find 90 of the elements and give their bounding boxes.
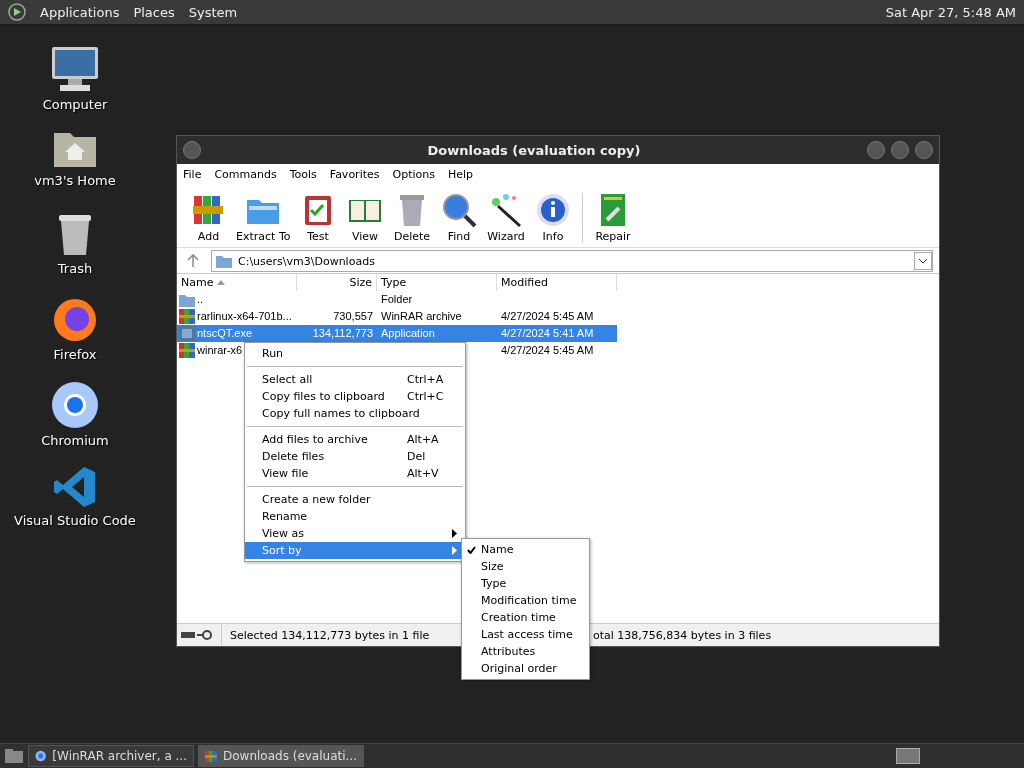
menu-item[interactable]: File (183, 168, 202, 181)
context-menu-item[interactable]: Create a new folder (245, 491, 465, 508)
menu-item[interactable]: Favorites (329, 168, 380, 181)
toolbar-button[interactable]: Test (294, 192, 342, 243)
panel-menu[interactable]: Applications (40, 4, 120, 20)
folder-icon (179, 292, 195, 307)
archive-icon (205, 748, 217, 764)
code-editor-icon (53, 465, 97, 509)
file-name: rarlinux-x64-701b... (197, 310, 292, 323)
drive-key-icon (181, 630, 215, 640)
context-menu-item[interactable]: Run (245, 345, 465, 362)
file-modified: 4/27/2024 5:45 AM (500, 310, 595, 323)
panel-menu[interactable]: Places (133, 4, 175, 20)
close-button[interactable] (915, 141, 933, 159)
file-name: .. (197, 293, 204, 306)
submenu-item[interactable]: Original order (462, 660, 589, 677)
column-header[interactable]: Modified (497, 274, 617, 291)
chevron-down-icon (918, 258, 928, 264)
archive-icon (179, 343, 195, 358)
magnifier-icon (441, 192, 477, 228)
taskbar-button[interactable]: Downloads (evaluati... (198, 745, 364, 767)
fox-globe-icon (52, 297, 98, 343)
toolbar-button[interactable]: Find (435, 192, 483, 243)
minimize-button[interactable] (867, 141, 885, 159)
column-header[interactable]: Name (177, 274, 297, 291)
submenu-item[interactable]: Size (462, 558, 589, 575)
window-title: Downloads (evaluation copy) (426, 142, 642, 158)
clock: Sat Apr 27, 5:48 AM (885, 4, 1016, 20)
file-size: 730,557 (332, 310, 374, 323)
context-menu-item[interactable]: Add files to archive Alt+A (245, 431, 465, 448)
submenu-item[interactable]: Attributes (462, 643, 589, 660)
address-field[interactable]: C:\users\vm3\Downloads (211, 250, 933, 272)
toolbar-button[interactable]: Wizard (482, 192, 530, 243)
menu-item[interactable]: Options (392, 168, 435, 181)
desktop-icon-label[interactable]: Firefox (53, 347, 97, 362)
submenu-item[interactable]: Modification time (462, 592, 589, 609)
desktop-icon-label[interactable]: Trash (57, 261, 93, 276)
file-name: winrar-x6 (197, 344, 243, 357)
sort-arrow-icon (217, 280, 226, 285)
context-menu-item[interactable]: View file Alt+V (245, 465, 465, 482)
maximize-button[interactable] (891, 141, 909, 159)
submenu-item[interactable]: Name (462, 541, 589, 558)
status-text: Selected 134,112,773 bytes in 1 file (229, 628, 430, 642)
context-menu-item[interactable]: View as (245, 525, 465, 542)
context-menu-item[interactable]: Select all Ctrl+A (245, 371, 465, 388)
submenu-item[interactable]: Type (462, 575, 589, 592)
archive-icon (179, 309, 195, 324)
desktop-icon-label[interactable]: vm3's Home (34, 173, 116, 188)
dropdown-button[interactable] (914, 252, 932, 270)
show-desktop-icon[interactable] (4, 748, 24, 764)
panel-menu[interactable]: System (188, 4, 238, 20)
taskbar-button[interactable]: [WinRAR archiver, a ... (28, 745, 194, 767)
context-menu-item[interactable]: Copy files to clipboard Ctrl+C (245, 388, 465, 405)
toolbar-button[interactable]: Repair (589, 192, 637, 243)
toolbar-button[interactable]: Add (185, 192, 232, 243)
folder-icon (216, 254, 232, 268)
file-name: ntscQT.exe (197, 327, 253, 340)
context-menu-item[interactable]: Rename (245, 508, 465, 525)
column-header[interactable]: Type (377, 274, 497, 291)
info-icon (535, 192, 571, 228)
toolbar-button[interactable]: Extract To (232, 192, 295, 243)
toolbar-button[interactable]: Info (529, 192, 577, 243)
play-logo-icon[interactable] (8, 3, 26, 21)
menu-item[interactable]: Tools (289, 168, 317, 181)
desktop-icon-label[interactable]: Visual Studio Code (14, 513, 136, 528)
file-modified: 4/27/2024 5:45 AM (500, 344, 595, 357)
file-type: Application (380, 327, 436, 340)
workspace-switcher[interactable] (896, 748, 920, 764)
context-menu-item[interactable]: Delete files Del (245, 448, 465, 465)
selected-file-row[interactable]: ntscQT.exe 134,112,773 Application 4/27/2024 5:41 AM (177, 325, 617, 342)
submenu-item[interactable]: Creation time (462, 609, 589, 626)
file-type: WinRAR archive (380, 310, 463, 323)
submenu-item[interactable]: Last access time (462, 626, 589, 643)
application-icon (179, 326, 195, 341)
window-menu-button[interactable] (183, 141, 201, 159)
status-text: otal 138,756,834 bytes in 3 files (593, 628, 773, 642)
round-browser-icon (35, 749, 47, 763)
toolbar-button[interactable]: Delete (388, 192, 436, 243)
file-type: Folder (380, 293, 414, 306)
desktop-icon-label[interactable]: Computer (42, 97, 108, 112)
menu-item[interactable]: Commands (214, 168, 277, 181)
desktop-icon-label[interactable]: Chromium (41, 433, 109, 448)
round-browser-icon (51, 381, 99, 429)
context-menu-item[interactable]: Copy full names to clipboard (245, 405, 465, 422)
menu-item[interactable]: Help (447, 168, 474, 181)
monitor-icon (50, 45, 100, 93)
file-modified: 4/27/2024 5:41 AM (500, 327, 595, 340)
column-header[interactable]: Size (297, 274, 377, 291)
toolbar-button[interactable]: View (341, 192, 389, 243)
file-size: 134,112,773 (311, 327, 374, 340)
